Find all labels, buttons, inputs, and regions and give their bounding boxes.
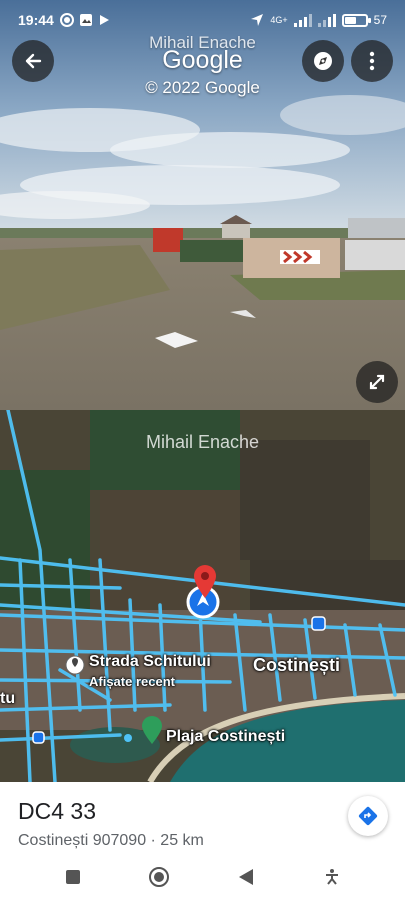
beach-label[interactable]: Plaja Costinești [166,728,285,746]
back-arrow-icon [25,53,42,69]
expand-icon [369,374,385,390]
wifi-signal-icon [317,13,336,27]
gallery-icon [79,14,92,26]
compass-button[interactable] [302,40,344,82]
recent-label: Afișate recent [89,674,175,689]
more-vert-icon [369,51,375,71]
play-icon [99,15,109,25]
more-options-button[interactable] [351,40,393,82]
google-logo: Google [162,46,243,74]
battery-icon [341,13,371,27]
map-imagery [0,410,405,782]
directions-icon [358,806,378,826]
expand-button[interactable] [356,361,398,403]
accessibility-icon [325,869,338,885]
home-circle-icon [149,867,170,887]
notification-dot-icon [59,13,74,27]
back-button[interactable] [12,40,54,82]
battery-percent: 57 [373,13,387,27]
signal-icon [293,13,312,27]
compass-icon [314,52,332,70]
status-time: 19:44 [18,12,54,28]
place-title: DC4 33 [18,798,96,824]
home-button[interactable] [139,857,179,897]
directions-button[interactable] [348,796,388,836]
place-subtitle: Costinești 907090 · 25 km [18,832,204,849]
nav-back-button[interactable] [226,857,266,897]
recents-button[interactable] [53,857,93,897]
map-photo-author: Mihail Enache [145,432,260,452]
system-nav-bar [0,854,405,900]
city-label[interactable]: Costinești [253,655,340,676]
place-sheet[interactable]: DC4 33 Costinești 907090 · 25 km [0,782,405,854]
network-type: 4G+ [270,15,288,25]
location-arrow-icon [251,14,264,26]
street-view-panorama[interactable]: 19:44 4G+ 57 Mihail Enache Google © 2022… [0,0,405,410]
copyright-text: © 2022 Google [145,78,260,97]
satellite-map[interactable]: Mihail Enache Strada Schitului Afișate r… [0,410,405,782]
accessibility-button[interactable] [312,857,352,897]
street-label[interactable]: Strada Schitului [89,653,211,671]
back-triangle-icon [238,869,253,885]
recents-square-icon [66,870,81,884]
edge-label: tu [0,690,16,707]
